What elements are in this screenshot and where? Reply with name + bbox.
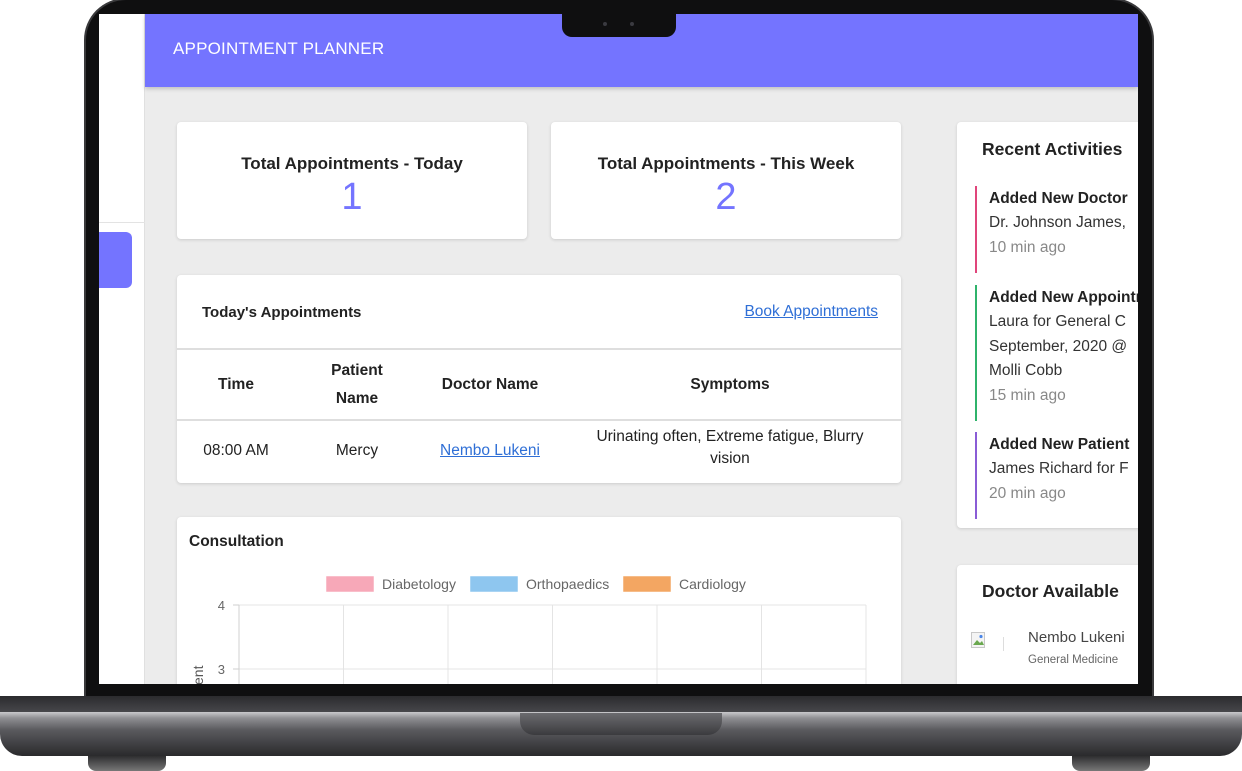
recent-activities-title: Recent Activities <box>982 139 1123 159</box>
activity-detail: September, 2020 @ <box>989 337 1128 355</box>
cell-symptoms: Urinating often, Extreme fatigue, Blurry… <box>575 426 885 470</box>
doctor-divider <box>1003 637 1004 651</box>
col-header-patient: Patient Name <box>307 357 407 413</box>
sidebar-active-item[interactable] <box>99 232 132 288</box>
cell-symptoms-line2: vision <box>710 450 750 467</box>
activity-detail: Molli Cobb <box>989 362 1063 379</box>
legend-swatch <box>623 576 671 592</box>
activity-time: 15 min ago <box>989 386 1066 404</box>
col-header-doctor: Doctor Name <box>441 376 539 393</box>
activity-head: Added New Appointment <box>989 289 1138 306</box>
sidebar-divider <box>99 222 145 223</box>
stat-value-today: 1 <box>341 176 363 218</box>
camera-notch <box>562 12 676 37</box>
camera-dot <box>630 22 634 26</box>
legend-swatch <box>470 576 518 592</box>
activity-time: 20 min ago <box>989 484 1066 502</box>
cell-patient: Mercy <box>335 442 379 459</box>
table-divider <box>177 348 901 350</box>
doctor-available-title: Doctor Available <box>982 581 1119 601</box>
activity-item: Added New Doctor Dr. Johnson James, 10 m… <box>975 186 1138 273</box>
doctor-available-card: Doctor Available Nembo Lukeni General Me… <box>957 565 1138 684</box>
y-axis-label: ent <box>190 665 206 684</box>
cell-time: 08:00 AM <box>203 442 269 459</box>
laptop-mockup: APPOINTMENT PLANNER Total Appointments -… <box>0 0 1242 771</box>
legend-label: Orthopaedics <box>526 576 609 592</box>
stat-value-week: 2 <box>715 176 737 218</box>
table-divider <box>177 419 901 421</box>
legend-label: Diabetology <box>382 576 456 592</box>
stat-card-week: Total Appointments - This Week 2 <box>551 122 901 239</box>
app-title: APPOINTMENT PLANNER <box>173 39 385 58</box>
book-appointments-link[interactable]: Book Appointments <box>744 303 878 321</box>
col-header-patient-line2: Name <box>335 390 379 407</box>
cell-symptoms-line1: Urinating often, Extreme fatigue, Blurry <box>596 428 864 445</box>
activity-time: 10 min ago <box>989 238 1066 256</box>
col-header-symptoms: Symptoms <box>690 376 770 393</box>
screen: APPOINTMENT PLANNER Total Appointments -… <box>99 14 1138 684</box>
activity-detail: Laura for General C <box>989 313 1126 330</box>
legend-swatch <box>326 576 374 592</box>
stat-title-today: Total Appointments - Today <box>241 154 463 173</box>
laptop-opening-notch <box>520 713 722 735</box>
laptop-foot-left <box>88 756 166 771</box>
consultation-chart: 4 3 Diabetology Orthopaedics Cardiology ent <box>190 576 867 684</box>
appointments-title: Today's Appointments <box>202 304 362 321</box>
recent-activities-card: Recent Activities Added New Doctor Dr. J… <box>957 122 1138 528</box>
stat-card-today: Total Appointments - Today 1 <box>177 122 527 239</box>
activity-color-bar <box>975 285 977 421</box>
y-tick-label: 3 <box>218 662 225 677</box>
legend-label: Cardiology <box>679 576 746 592</box>
doctor-specialty: General Medicine <box>1028 654 1119 666</box>
activity-color-bar <box>975 432 977 519</box>
cell-doctor-link[interactable]: Nembo Lukeni <box>425 437 555 465</box>
col-header-time: Time <box>218 376 254 393</box>
laptop-foot-right <box>1072 756 1150 771</box>
activity-head: Added New Patient <box>989 436 1130 453</box>
stat-title-week: Total Appointments - This Week <box>597 154 855 173</box>
appointments-card: Today's Appointments Book Appointments T… <box>177 275 901 483</box>
activity-detail: Dr. Johnson James, <box>989 214 1126 231</box>
activity-color-bar <box>975 186 977 273</box>
activity-detail: James Richard for F <box>989 460 1129 477</box>
col-header-patient-line1: Patient <box>331 362 383 379</box>
sidebar <box>99 14 145 684</box>
activity-item: Added New Appointment Laura for General … <box>975 285 1138 421</box>
activity-head: Added New Doctor <box>989 190 1128 207</box>
activity-item: Added New Patient James Richard for F 20… <box>975 432 1138 519</box>
y-tick-label: 4 <box>218 598 225 613</box>
sensor-dot <box>603 22 607 26</box>
broken-image-icon <box>971 632 985 648</box>
doctor-name[interactable]: Nembo Lukeni <box>1028 629 1125 646</box>
consultation-card: Consultation 43 Diabetology Orthopaedics C… <box>177 517 901 684</box>
